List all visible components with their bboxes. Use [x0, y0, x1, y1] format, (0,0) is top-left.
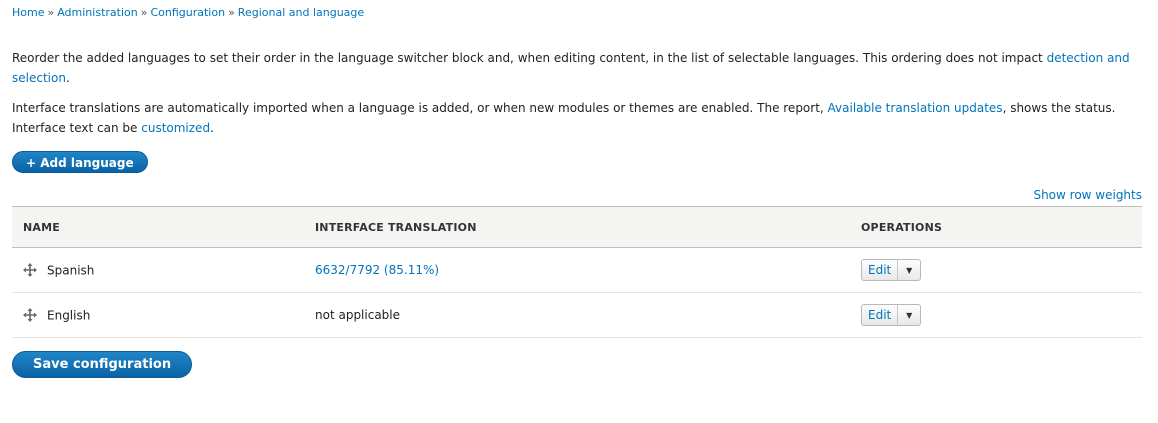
reorder-text: Reorder the added languages to set their… — [12, 51, 1047, 65]
drag-handle-icon[interactable] — [23, 308, 37, 323]
intro-reorder-text: Reorder the added languages to set their… — [12, 48, 1132, 88]
operations-cell: Edit ▼ — [850, 292, 1142, 338]
intro-translation-text: Interface translations are automatically… — [12, 98, 1132, 138]
translation-cell: not applicable — [304, 292, 850, 338]
operations-cell: Edit ▼ — [850, 247, 1142, 293]
translation-text-a: Interface translations are automatically… — [12, 101, 828, 115]
table-row: English not applicable Edit ▼ — [12, 292, 1142, 338]
table-row: Spanish 6632/7792 (85.11%) Edit ▼ — [12, 247, 1142, 293]
breadcrumb: Home» Administration» Configuration» Region… — [12, 6, 364, 19]
translation-status-text: not applicable — [315, 308, 401, 322]
customized-link[interactable]: customized — [141, 121, 210, 135]
header-name: NAME — [12, 206, 304, 248]
breadcrumb-separator: » — [140, 6, 148, 19]
operations-dropbutton: Edit ▼ — [861, 259, 922, 281]
breadcrumb-separator: » — [47, 6, 55, 19]
translation-status-link[interactable]: 6632/7792 (85.11%) — [315, 263, 439, 277]
table-header-row: NAME INTERFACE TRANSLATION OPERATIONS — [12, 206, 1142, 248]
name-cell: Spanish — [12, 247, 304, 293]
breadcrumb-separator: » — [228, 6, 235, 19]
header-interface-translation: INTERFACE TRANSLATION — [304, 206, 850, 248]
languages-table: NAME INTERFACE TRANSLATION OPERATIONS Sp… — [12, 206, 1142, 338]
name-cell: English — [12, 292, 304, 338]
operations-dropbutton: Edit ▼ — [861, 304, 922, 326]
show-row-weights-link[interactable]: Show row weights — [1033, 188, 1142, 202]
translation-text-end: . — [210, 121, 214, 135]
dropdown-toggle-icon[interactable]: ▼ — [898, 305, 920, 325]
edit-button[interactable]: Edit — [862, 260, 899, 280]
reorder-text-end: . — [65, 71, 70, 85]
drag-handle-icon[interactable] — [23, 263, 37, 278]
breadcrumb-administration[interactable]: Administration — [57, 6, 138, 19]
dropdown-toggle-icon[interactable]: ▼ — [898, 260, 920, 280]
add-language-button[interactable]: + Add language — [12, 151, 148, 173]
language-name: Spanish — [47, 263, 95, 278]
breadcrumb-configuration[interactable]: Configuration — [150, 6, 225, 19]
edit-button[interactable]: Edit — [862, 305, 899, 325]
breadcrumb-regional-language[interactable]: Regional and language — [238, 6, 364, 19]
save-configuration-button[interactable]: Save configuration — [12, 351, 193, 378]
language-name: English — [47, 308, 91, 323]
header-operations: OPERATIONS — [850, 206, 1142, 248]
available-translation-updates-link[interactable]: Available translation updates — [828, 101, 1003, 115]
breadcrumb-home[interactable]: Home — [12, 6, 44, 19]
translation-cell: 6632/7792 (85.11%) — [304, 247, 850, 293]
